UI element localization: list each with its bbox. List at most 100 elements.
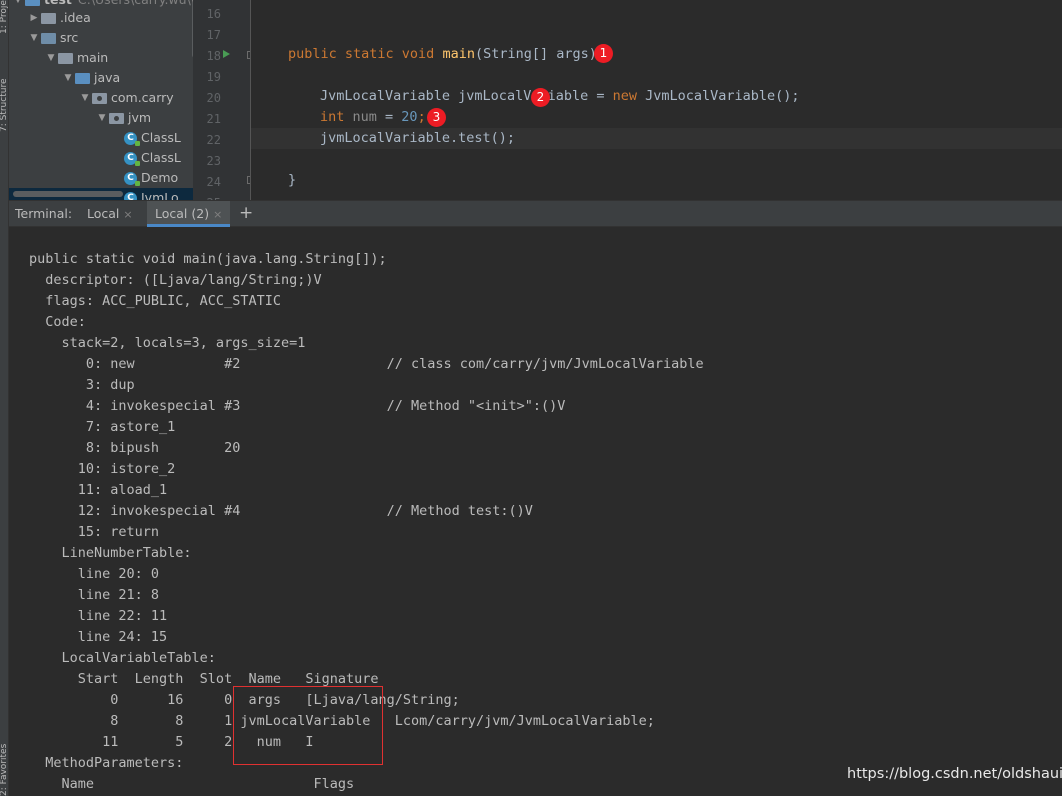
annotation-badge-1: 1 <box>594 44 613 63</box>
chevron-down-icon[interactable]: ▼ <box>61 68 75 88</box>
terminal-line: 8: bipush 20 <box>29 440 241 456</box>
package-icon <box>92 92 107 104</box>
terminal-line: stack=2, locals=3, args_size=1 <box>29 335 306 351</box>
chevron-down-icon[interactable]: ▼ <box>11 0 25 10</box>
line-number: 25 <box>199 193 221 200</box>
tree-item[interactable]: ▼ src <box>27 28 79 48</box>
tab-local-2-label: Local (2) <box>155 206 210 221</box>
terminal-line: LineNumberTable: <box>29 545 192 561</box>
close-icon[interactable]: × <box>123 208 132 221</box>
terminal-line: 10: istore_2 <box>29 461 176 477</box>
tree-item-label: Demo <box>141 170 179 185</box>
tree-horizontal-scrollbar[interactable] <box>13 191 123 197</box>
terminal-line: LocalVariableTable: <box>29 650 216 666</box>
tree-item-label: .idea <box>60 10 91 25</box>
terminal-line: line 21: 8 <box>29 587 160 603</box>
tree-item[interactable]: ▼ java <box>61 68 121 88</box>
code-variable: num <box>352 109 377 125</box>
terminal-output[interactable]: public static void main(java.lang.String… <box>9 227 1062 796</box>
code-line-22: jvmLocalVariable.test(); <box>320 128 515 149</box>
tree-item[interactable]: ▶ .idea <box>27 8 91 28</box>
code-modifiers: public static void <box>288 46 443 62</box>
folder-icon <box>58 52 73 64</box>
code-line-18: public static void main(String[] args) <box>288 44 597 65</box>
code-editor[interactable]: public static void main(String[] args) J… <box>251 0 1062 200</box>
tree-item[interactable]: ▼ jvm <box>95 108 152 128</box>
code-line-21: int num = 20; <box>320 107 426 128</box>
tree-item-label: src <box>60 30 79 45</box>
folder-icon <box>75 72 90 84</box>
code-statement: jvmLocalVariable.test(); <box>320 130 516 146</box>
tree-item-label: ClassL <box>141 130 181 145</box>
terminal-line: 15: return <box>29 524 160 540</box>
tree-item[interactable]: ▼ main <box>44 48 109 68</box>
terminal-line: line 20: 0 <box>29 566 160 582</box>
code-operator: = <box>588 88 613 104</box>
tree-root-path: C:\Users\carry.wu\I <box>78 0 193 10</box>
code-line-20: JvmLocalVariable jvmLocalVariable = new … <box>320 86 800 107</box>
tree-item[interactable]: C Demo <box>124 168 178 188</box>
tab-local-label: Local <box>87 206 120 221</box>
strip-tab-project[interactable]: 1: Project <box>0 0 9 34</box>
line-number: 21 <box>206 112 221 126</box>
chevron-down-icon[interactable]: ▼ <box>78 88 92 108</box>
terminal-line: flags: ACC_PUBLIC, ACC_STATIC <box>29 293 281 309</box>
close-icon[interactable]: × <box>213 208 222 221</box>
terminal-line: line 22: 11 <box>29 608 168 624</box>
java-class-icon: C <box>124 131 140 146</box>
tree-item[interactable]: C ClassL <box>124 148 181 168</box>
terminal-line: descriptor: ([Ljava/lang/String;)V <box>29 272 322 288</box>
chevron-right-icon[interactable]: ▶ <box>27 8 41 28</box>
terminal-line: Name Flags <box>29 776 355 792</box>
line-number: 16 <box>206 7 221 21</box>
tab-local[interactable]: Local × <box>79 201 141 227</box>
terminal-label: Terminal: <box>15 206 73 221</box>
run-arrow-icon[interactable] <box>223 50 230 58</box>
java-class-icon: C <box>124 151 140 166</box>
editor-gutter: 16 17 18 19 20 21 22 23 24 25 <box>193 0 250 200</box>
annotation-badge-2: 2 <box>531 88 550 107</box>
code-line-24: } <box>288 170 296 191</box>
line-number: 23 <box>206 154 221 168</box>
java-class-icon: C <box>124 171 140 186</box>
tree-item-label: JvmLo <box>141 190 179 200</box>
terminal-line: line 24: 15 <box>29 629 168 645</box>
tree-item[interactable]: C ClassL <box>124 128 181 148</box>
add-terminal-button[interactable]: + <box>239 201 253 227</box>
terminal-line: 7: astore_1 <box>29 419 176 435</box>
strip-tab-structure[interactable]: 7: Structure <box>0 52 9 133</box>
strip-tab-favorites[interactable]: 2: Favorites <box>0 715 9 796</box>
tool-window-strip: 1: Project 7: Structure 2: Favorites <box>0 0 9 796</box>
code-brace: } <box>288 172 297 188</box>
line-number: 17 <box>206 28 221 42</box>
terminal-tab-bar: Terminal: Local × Local (2) × + <box>9 200 1062 227</box>
line-number: 20 <box>206 91 221 105</box>
line-number: 24 <box>206 175 221 189</box>
terminal-line: 0: new #2 // class com/carry/jvm/JvmLoca… <box>29 356 704 372</box>
terminal-line: 12: invokespecial #4 // Method test:()V <box>29 503 533 519</box>
project-tree: ▼ test C:\Users\carry.wu\I ▶.idea▼src▼ma… <box>9 0 193 200</box>
tree-item[interactable]: ▼ com.carry <box>78 88 174 108</box>
code-semicolon: ; <box>417 109 426 125</box>
tree-item-label: jvm <box>128 110 152 125</box>
line-number: 18 <box>206 49 221 63</box>
tree-item-label: ClassL <box>141 150 181 165</box>
chevron-down-icon[interactable]: ▼ <box>27 28 41 48</box>
module-folder-icon <box>25 0 40 6</box>
code-number: 20 <box>401 109 418 125</box>
tab-local-2[interactable]: Local (2) × <box>147 201 231 227</box>
chevron-down-icon[interactable]: ▼ <box>95 108 109 128</box>
line-number: 19 <box>206 70 221 84</box>
terminal-line: 4: invokespecial #3 // Method "<init>":(… <box>29 398 566 414</box>
code-variable: jvmLocalVariable <box>458 88 589 104</box>
chevron-down-icon[interactable]: ▼ <box>44 48 58 68</box>
tree-item-label: com.carry <box>111 90 174 105</box>
folder-icon <box>41 12 56 24</box>
terminal-line: MethodParameters: <box>29 755 184 771</box>
line-number: 22 <box>206 133 221 147</box>
tree-item[interactable]: C JvmLo <box>124 188 179 200</box>
terminal-line: 3: dup <box>29 377 135 393</box>
code-type: JvmLocalVariable <box>320 88 459 104</box>
watermark: https://blog.csdn.net/oldshaui <box>847 766 1062 782</box>
code-params: (String[] args) <box>474 46 597 62</box>
